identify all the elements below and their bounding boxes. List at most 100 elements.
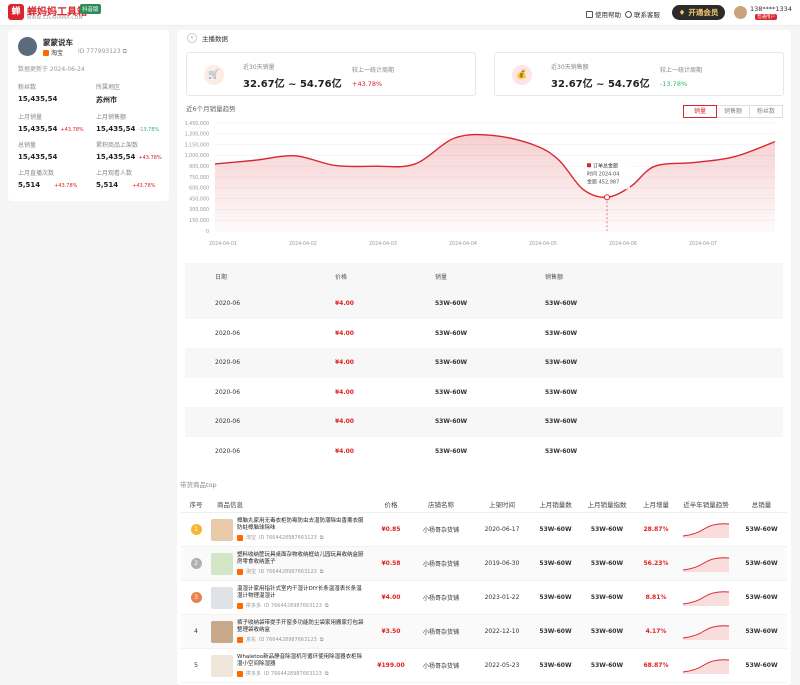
product-platform: 京东 xyxy=(246,637,257,643)
table-row[interactable]: 2 塑料收纳筐玩具桌面杂物收纳框幼儿园玩具收纳盒厨房零食收纳篮子 淘宝 ID 76… xyxy=(181,547,787,581)
cell-price: ¥4.00 xyxy=(335,418,354,426)
product-thumbnail[interactable] xyxy=(211,654,233,677)
sparkline-chart xyxy=(682,590,730,606)
y-tick-label: 1,450,000 xyxy=(185,121,209,127)
y-tick-label: 0 xyxy=(206,229,209,235)
col-listed: 上架时间 xyxy=(489,501,515,509)
product-price: ¥0.58 xyxy=(381,560,401,567)
copy-icon[interactable]: ⧉ xyxy=(320,637,324,643)
product-sales-index: 53W-60W xyxy=(590,662,624,669)
platform-icon xyxy=(237,636,243,643)
table-row[interactable]: 3 温湿计家用指针式室内干湿计DIY长条温湿表长条温湿计物理温湿计 拼多多 ID … xyxy=(181,581,787,615)
product-shop[interactable]: 小杨哥杂货铺 xyxy=(411,627,471,636)
product-title[interactable]: 裤子收纳袋带提手开窗多功能防尘袋家用搬家打包袋整理袋收纳盒 xyxy=(237,620,365,634)
col-monthly-sales[interactable]: 上月销量数 xyxy=(533,499,578,509)
logo-icon[interactable]: 蝉 xyxy=(8,4,24,20)
sparkline-chart xyxy=(682,658,730,674)
product-platform: 淘宝 xyxy=(246,535,257,541)
service-label: 联系客服 xyxy=(634,11,660,19)
profile-panel: 蒙蒙说车 淘宝 ID 777993123 ⧉ 数据更新于 2024-06-24 … xyxy=(8,30,169,201)
cell-revenue: 53W-60W xyxy=(545,388,578,396)
cell-date: 2020-06 xyxy=(215,359,241,367)
taobao-icon xyxy=(43,49,49,56)
y-tick-label: 150,000 xyxy=(189,218,209,224)
stat-viewers: 上月观看人数 5,514 +43.78% xyxy=(96,170,156,189)
col-total[interactable]: 总销量 xyxy=(736,499,787,509)
product-title[interactable]: 樟脑丸家用无毒衣柜防霉防虫去湿防潮除虫香薰衣服防蛀樟脑球除味 xyxy=(237,518,365,532)
sales-card-label: 近30天销量 xyxy=(243,64,275,71)
product-thumbnail[interactable] xyxy=(211,586,233,609)
copy-icon[interactable]: ⧉ xyxy=(320,569,324,575)
rank-number: 4 xyxy=(194,628,198,635)
help-link[interactable]: 使用帮助 xyxy=(586,9,621,19)
help-label: 使用帮助 xyxy=(595,11,621,19)
x-tick-label: 2024-04-06 xyxy=(609,241,637,247)
x-tick-label: 2024-04-07 xyxy=(689,241,717,247)
stat-live-count: 上月直播次数 5,514 +43.78% xyxy=(18,170,78,189)
table-row[interactable]: 1 樟脑丸家用无毒衣柜防霉防虫去湿防潮除虫香薰衣服防蛀樟脑球除味 淘宝 ID 76… xyxy=(181,513,787,547)
table-row[interactable]: 5 Whaletoo新品静音除湿机可循环使用除湿器衣柜除湿小空间除湿器 拼多多 I… xyxy=(181,649,787,683)
tooltip-amount: 金额 452,987 xyxy=(587,178,619,185)
product-increase: 28.87% xyxy=(643,526,669,533)
product-shop[interactable]: 小杨哥杂货铺 xyxy=(411,525,471,534)
copy-icon[interactable]: ⧉ xyxy=(325,671,329,677)
tab-sales[interactable]: 销量 xyxy=(683,105,717,118)
profile-avatar xyxy=(18,37,37,56)
copy-icon[interactable]: ⧉ xyxy=(320,535,324,541)
product-increase: 56.23% xyxy=(643,560,669,567)
tab-fans[interactable]: 粉丝数 xyxy=(749,105,783,118)
open-vip-button[interactable]: ♦ 开通会员 xyxy=(672,5,725,20)
user-phone[interactable]: 138****1334 xyxy=(750,5,792,13)
table-row: 2020-06 ¥4.00 53W-60W 53W-60W xyxy=(185,348,783,378)
product-total: 53W-60W xyxy=(745,594,778,601)
product-thumbnail[interactable] xyxy=(211,518,233,541)
product-sales-index: 53W-60W xyxy=(590,560,624,567)
headset-icon xyxy=(625,10,632,18)
breadcrumb: ‹ 主播数据 xyxy=(187,33,228,43)
product-shop[interactable]: 小杨哥杂货铺 xyxy=(411,661,471,670)
table-row: 2020-06 ¥4.00 53W-60W 53W-60W xyxy=(185,378,783,408)
rank-badge: 3 xyxy=(190,592,202,603)
copy-icon[interactable]: ⧉ xyxy=(123,48,127,55)
cell-revenue: 53W-60W xyxy=(545,447,578,455)
page-title: 主播数据 xyxy=(202,35,228,43)
product-title[interactable]: 温湿计家用指针式室内干湿计DIY长条温湿表长条温湿计物理温湿计 xyxy=(237,586,365,600)
logo-badge: 抖音版 xyxy=(80,4,101,14)
back-arrow-icon[interactable]: ‹ xyxy=(187,33,197,43)
stat-total-sales: 总销量 15,435,54 xyxy=(18,142,58,161)
product-title[interactable]: 塑料收纳筐玩具桌面杂物收纳框幼儿园玩具收纳盒厨房零食收纳篮子 xyxy=(237,552,365,566)
product-thumbnail[interactable] xyxy=(211,552,233,575)
cell-date: 2020-06 xyxy=(215,388,241,396)
table-row: 2020-06 ¥4.00 53W-60W 53W-60W xyxy=(185,289,783,319)
col-sales-index[interactable]: 上月销量指数 xyxy=(578,499,636,509)
product-title[interactable]: Whaletoo新品静音除湿机可循环使用除湿器衣柜除湿小空间除湿器 xyxy=(237,654,365,668)
product-thumbnail[interactable] xyxy=(211,620,233,643)
product-id: ID 7664428987663123 xyxy=(259,568,317,575)
y-tick-label: 750,000 xyxy=(189,175,209,181)
sales-trend-chart[interactable]: 1,450,000 1,300,000 1,150,000 1,000,000 900,… xyxy=(177,118,791,248)
col-increase[interactable]: 上月增量 xyxy=(636,499,676,509)
top-bar: 蝉 蝉妈妈工具箱 抖音版 WWW.51LAHAMA.COM 使用帮助 联系客服 … xyxy=(0,0,800,26)
product-shop[interactable]: 小杨哥杂货铺 xyxy=(411,593,471,602)
profile-id[interactable]: ID 777993123 ⧉ xyxy=(78,48,127,56)
product-id: ID 7664428987663123 xyxy=(259,636,317,643)
y-tick-label: 900,000 xyxy=(189,164,209,170)
platform-label: 淘宝 xyxy=(51,50,64,57)
copy-icon[interactable]: ⧉ xyxy=(325,603,329,609)
y-tick-label: 300,000 xyxy=(189,207,209,213)
service-link[interactable]: 联系客服 xyxy=(625,9,660,19)
hover-point[interactable] xyxy=(604,194,610,201)
product-date: 2022-12-10 xyxy=(484,628,520,635)
trend-title: 近6个月销量趋势 xyxy=(186,105,236,113)
stat-last-month-sales: 上月销量 15,435,54 +43.78% xyxy=(18,114,84,133)
tab-revenue[interactable]: 销售额 xyxy=(716,105,750,118)
sparkline-chart xyxy=(682,522,730,538)
table-row[interactable]: 4 裤子收纳袋带提手开窗多功能防尘袋家用搬家打包袋整理袋收纳盒 京东 ID 766… xyxy=(181,615,787,649)
product-shop[interactable]: 小杨哥杂货铺 xyxy=(411,559,471,568)
tooltip-time: 时间 2024-04 xyxy=(587,170,619,177)
user-avatar[interactable] xyxy=(734,6,747,19)
sales-compare-label: 较上一统计周期 xyxy=(352,67,395,74)
x-tick-label: 2024-04-03 xyxy=(369,241,397,247)
cell-date: 2020-06 xyxy=(215,447,241,455)
products-title: 带货商品top xyxy=(180,481,217,489)
